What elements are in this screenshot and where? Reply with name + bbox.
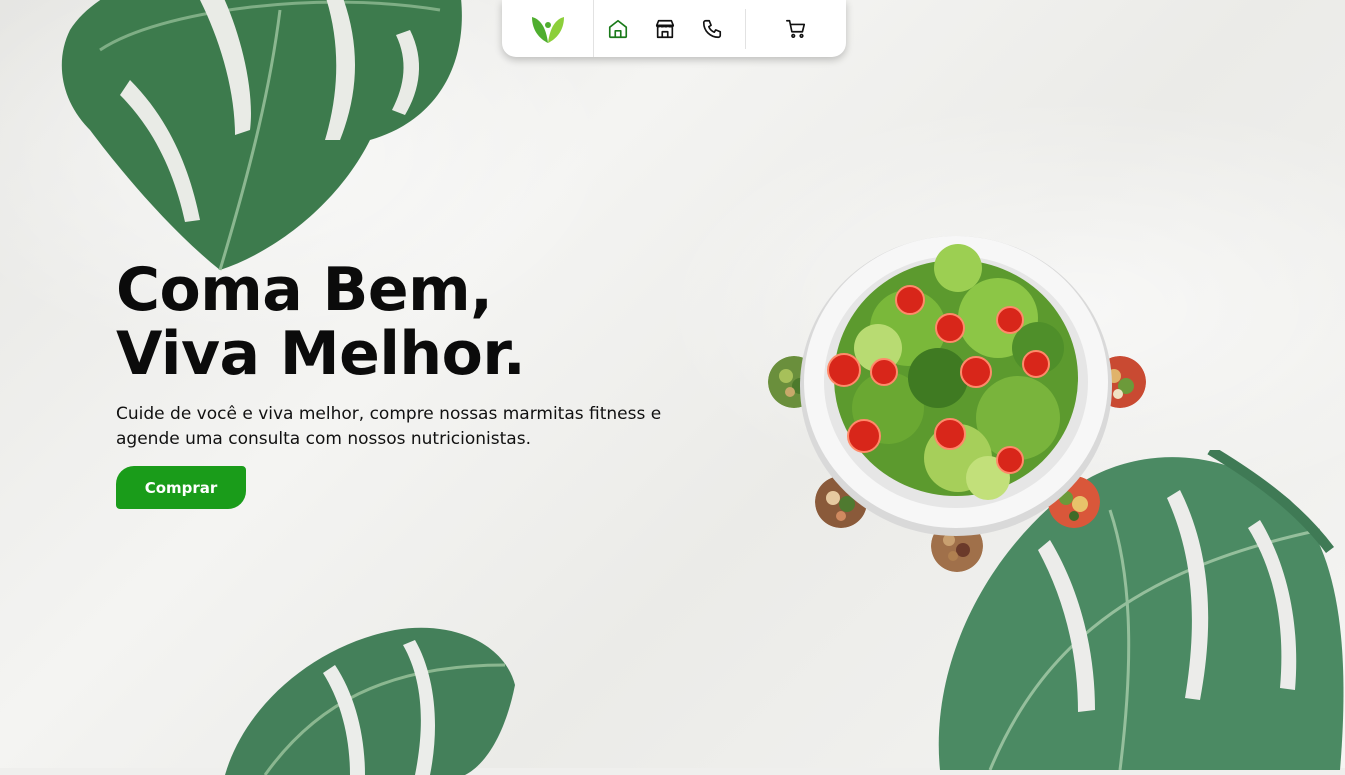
store-icon [655, 19, 674, 38]
phone-icon [702, 19, 721, 38]
cart-icon [786, 19, 806, 38]
leaf-logo-icon [531, 16, 564, 43]
brand-logo[interactable] [502, 0, 594, 57]
nav-home[interactable] [594, 9, 641, 49]
nav-links [594, 8, 746, 49]
hero-title: Coma Bem, Viva Melhor. [116, 255, 526, 389]
home-icon [608, 19, 627, 38]
salad-plate-image [800, 236, 1112, 536]
nav-store[interactable] [641, 9, 688, 49]
top-navigation [502, 0, 846, 57]
nav-cart[interactable] [746, 9, 846, 49]
hero-subtitle: Cuide de você e viva melhor, compre noss… [116, 404, 662, 449]
buy-button[interactable]: Comprar [116, 466, 246, 509]
nav-contact[interactable] [688, 9, 735, 49]
monstera-leaf-top-left [61, 0, 462, 271]
monstera-leaf-bottom-left [225, 627, 515, 775]
